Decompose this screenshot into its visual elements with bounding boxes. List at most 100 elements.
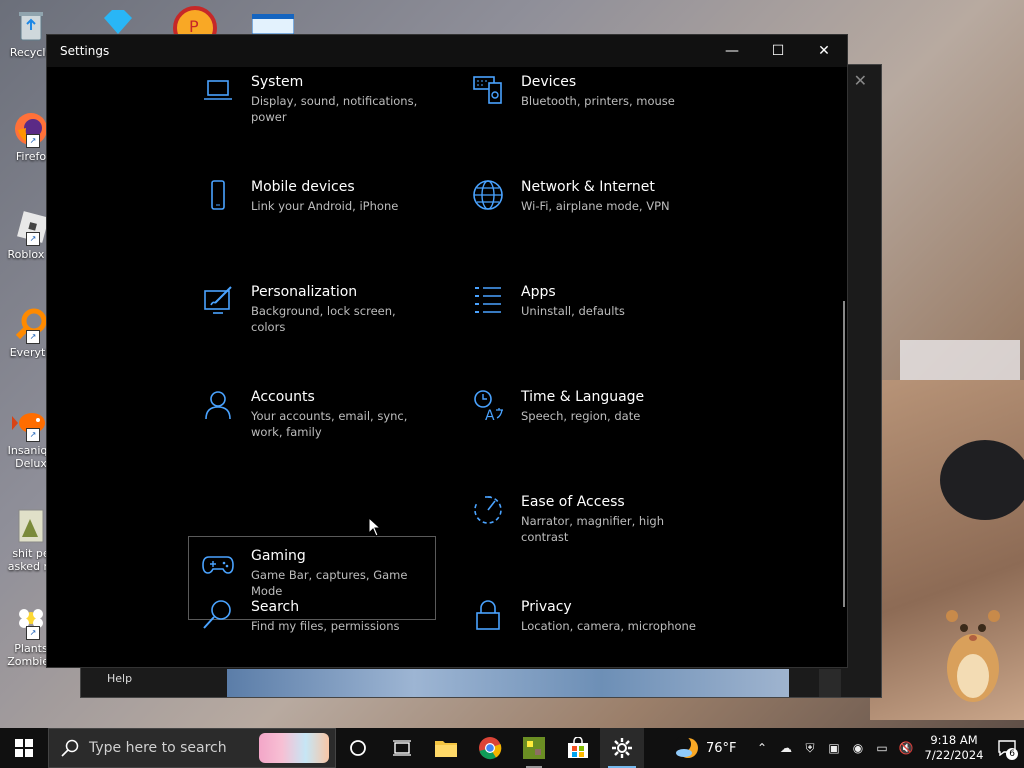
task-view-icon [393,740,411,756]
tile-description: Uninstall, defaults [521,304,625,318]
shortcut-arrow-icon: ↗ [26,134,40,148]
notification-center-button[interactable]: 6 [990,728,1024,768]
shortcut-arrow-icon: ↗ [26,232,40,246]
tile-title: Mobile devices [251,179,355,195]
microsoft-store-button[interactable] [556,728,600,768]
close-icon[interactable]: ✕ [854,71,867,90]
tile-personalization[interactable]: Personalization Background, lock screen, … [189,273,437,357]
store-bag-icon [568,737,588,758]
tile-description: Narrator, magnifier, high contrast [521,514,664,544]
mouse-cursor-icon [368,517,382,537]
desktop-icon-pinball[interactable]: P [172,6,218,50]
windows-logo-icon [15,739,33,757]
firefox-icon: ↗ [12,110,50,148]
tile-mobile-devices[interactable]: Mobile devices Link your Android, iPhone [189,168,437,252]
camera-icon[interactable]: ◉ [846,741,870,755]
settings-content: System Display, sound, notifications, pow… [47,67,847,667]
chrome-button[interactable] [468,728,512,768]
tile-title: Network & Internet [521,179,655,195]
recycle-bin-icon [12,6,50,44]
search-highlight-image [259,733,329,763]
tile-description: Background, lock screen, colors [251,304,396,334]
tile-search[interactable]: Search Find my files, permissions [189,588,437,667]
ease-of-access-icon [474,496,502,524]
devices-icon [473,76,502,104]
cortana-button[interactable] [336,728,380,768]
tile-ease-of-access[interactable]: Ease of Access Narrator, magnifier, high … [459,483,707,567]
shortcut-arrow-icon: ↗ [26,626,40,640]
help-link[interactable]: Help [107,672,132,685]
image-file-icon [12,507,50,545]
close-button[interactable]: ✕ [801,35,847,67]
window-app-icon [251,13,295,35]
gear-icon [612,738,632,758]
desktop-icon-window-app[interactable] [251,13,295,35]
tile-description: Display, sound, notifications, power [251,94,418,124]
tile-time-language[interactable]: A Time & Language Speech, region, date [459,378,707,462]
chrome-icon [479,737,502,760]
task-view-button[interactable] [380,728,424,768]
weather-moon-icon [675,736,698,758]
tile-description: Link your Android, iPhone [251,199,399,213]
background-scrollbar [819,669,841,697]
tile-title: Time & Language [521,389,645,405]
laptop-icon [204,80,232,100]
search-icon [61,739,79,757]
flower-icon: ↗ [12,602,50,640]
background-shadow [940,440,1024,520]
tile-title: Search [251,599,300,615]
person-icon [205,391,231,420]
roblox-icon: ↗ [12,208,50,246]
security-icon[interactable]: ▣ [822,741,846,755]
game-app-button[interactable] [512,728,556,768]
svg-text:A: A [485,408,495,422]
weather-widget[interactable]: 76°F [674,736,737,760]
paint-icon [204,286,232,314]
tile-title: Accounts [251,389,315,405]
tile-accounts[interactable]: Accounts Your accounts, email, sync, work… [189,378,437,462]
tile-system[interactable]: System Display, sound, notifications, pow… [189,67,437,147]
window-title: Settings [60,44,110,58]
file-explorer-button[interactable] [424,728,468,768]
title-bar[interactable]: Settings — ☐ ✕ [47,35,847,67]
shortcut-arrow-icon: ↗ [26,330,40,344]
clock[interactable]: 9:18 AM 7/22/2024 [918,733,990,763]
search-placeholder: Type here to search [89,740,227,756]
tile-network-internet[interactable]: Network & Internet Wi-Fi, airplane mode, … [459,168,707,252]
globe-icon [473,180,503,210]
game-app-icon [523,737,545,759]
tile-title: Personalization [251,284,358,300]
tile-description: Find my files, permissions [251,619,400,633]
tile-privacy[interactable]: Privacy Location, camera, microphone [459,588,707,667]
tile-description: Wi-Fi, airplane mode, VPN [521,199,670,213]
taskbar-search-box[interactable]: Type here to search [48,728,336,768]
settings-taskbar-button[interactable] [600,728,644,768]
desktop-icon-gem[interactable] [100,10,136,34]
chevron-up-icon[interactable]: ⌃ [750,741,774,755]
shield-icon[interactable]: ⛨ [798,741,822,756]
tile-devices[interactable]: Devices Bluetooth, printers, mouse [459,67,707,147]
svg-text:P: P [189,17,199,34]
cloud-offline-icon[interactable]: ☁ [774,741,798,755]
tile-title: Apps [521,284,556,300]
minimize-button[interactable]: — [709,35,755,67]
scrollbar[interactable] [843,301,845,607]
tile-title: Gaming [251,548,306,564]
maximize-button[interactable]: ☐ [755,35,801,67]
time-language-icon: A [474,390,503,422]
volume-muted-icon[interactable]: 🔇 [894,741,918,755]
notification-count-badge: 6 [1006,748,1018,760]
tile-title: Ease of Access [521,494,625,510]
network-icon[interactable]: ▭ [870,741,894,755]
tile-description: Bluetooth, printers, mouse [521,94,675,108]
pinball-icon: P [173,6,217,50]
magnifier-orange-icon: ↗ [12,306,50,344]
lock-icon [476,600,500,630]
gamepad-icon [202,556,234,574]
tile-title: System [251,74,304,90]
weather-temperature: 76°F [706,740,737,756]
folder-icon [435,741,457,757]
tile-apps[interactable]: Apps Uninstall, defaults [459,273,707,357]
system-tray: ⌃ ☁ ⛨ ▣ ◉ ▭ 🔇 9:18 AM 7/22/2024 6 [750,728,1024,768]
start-button[interactable] [0,728,48,768]
